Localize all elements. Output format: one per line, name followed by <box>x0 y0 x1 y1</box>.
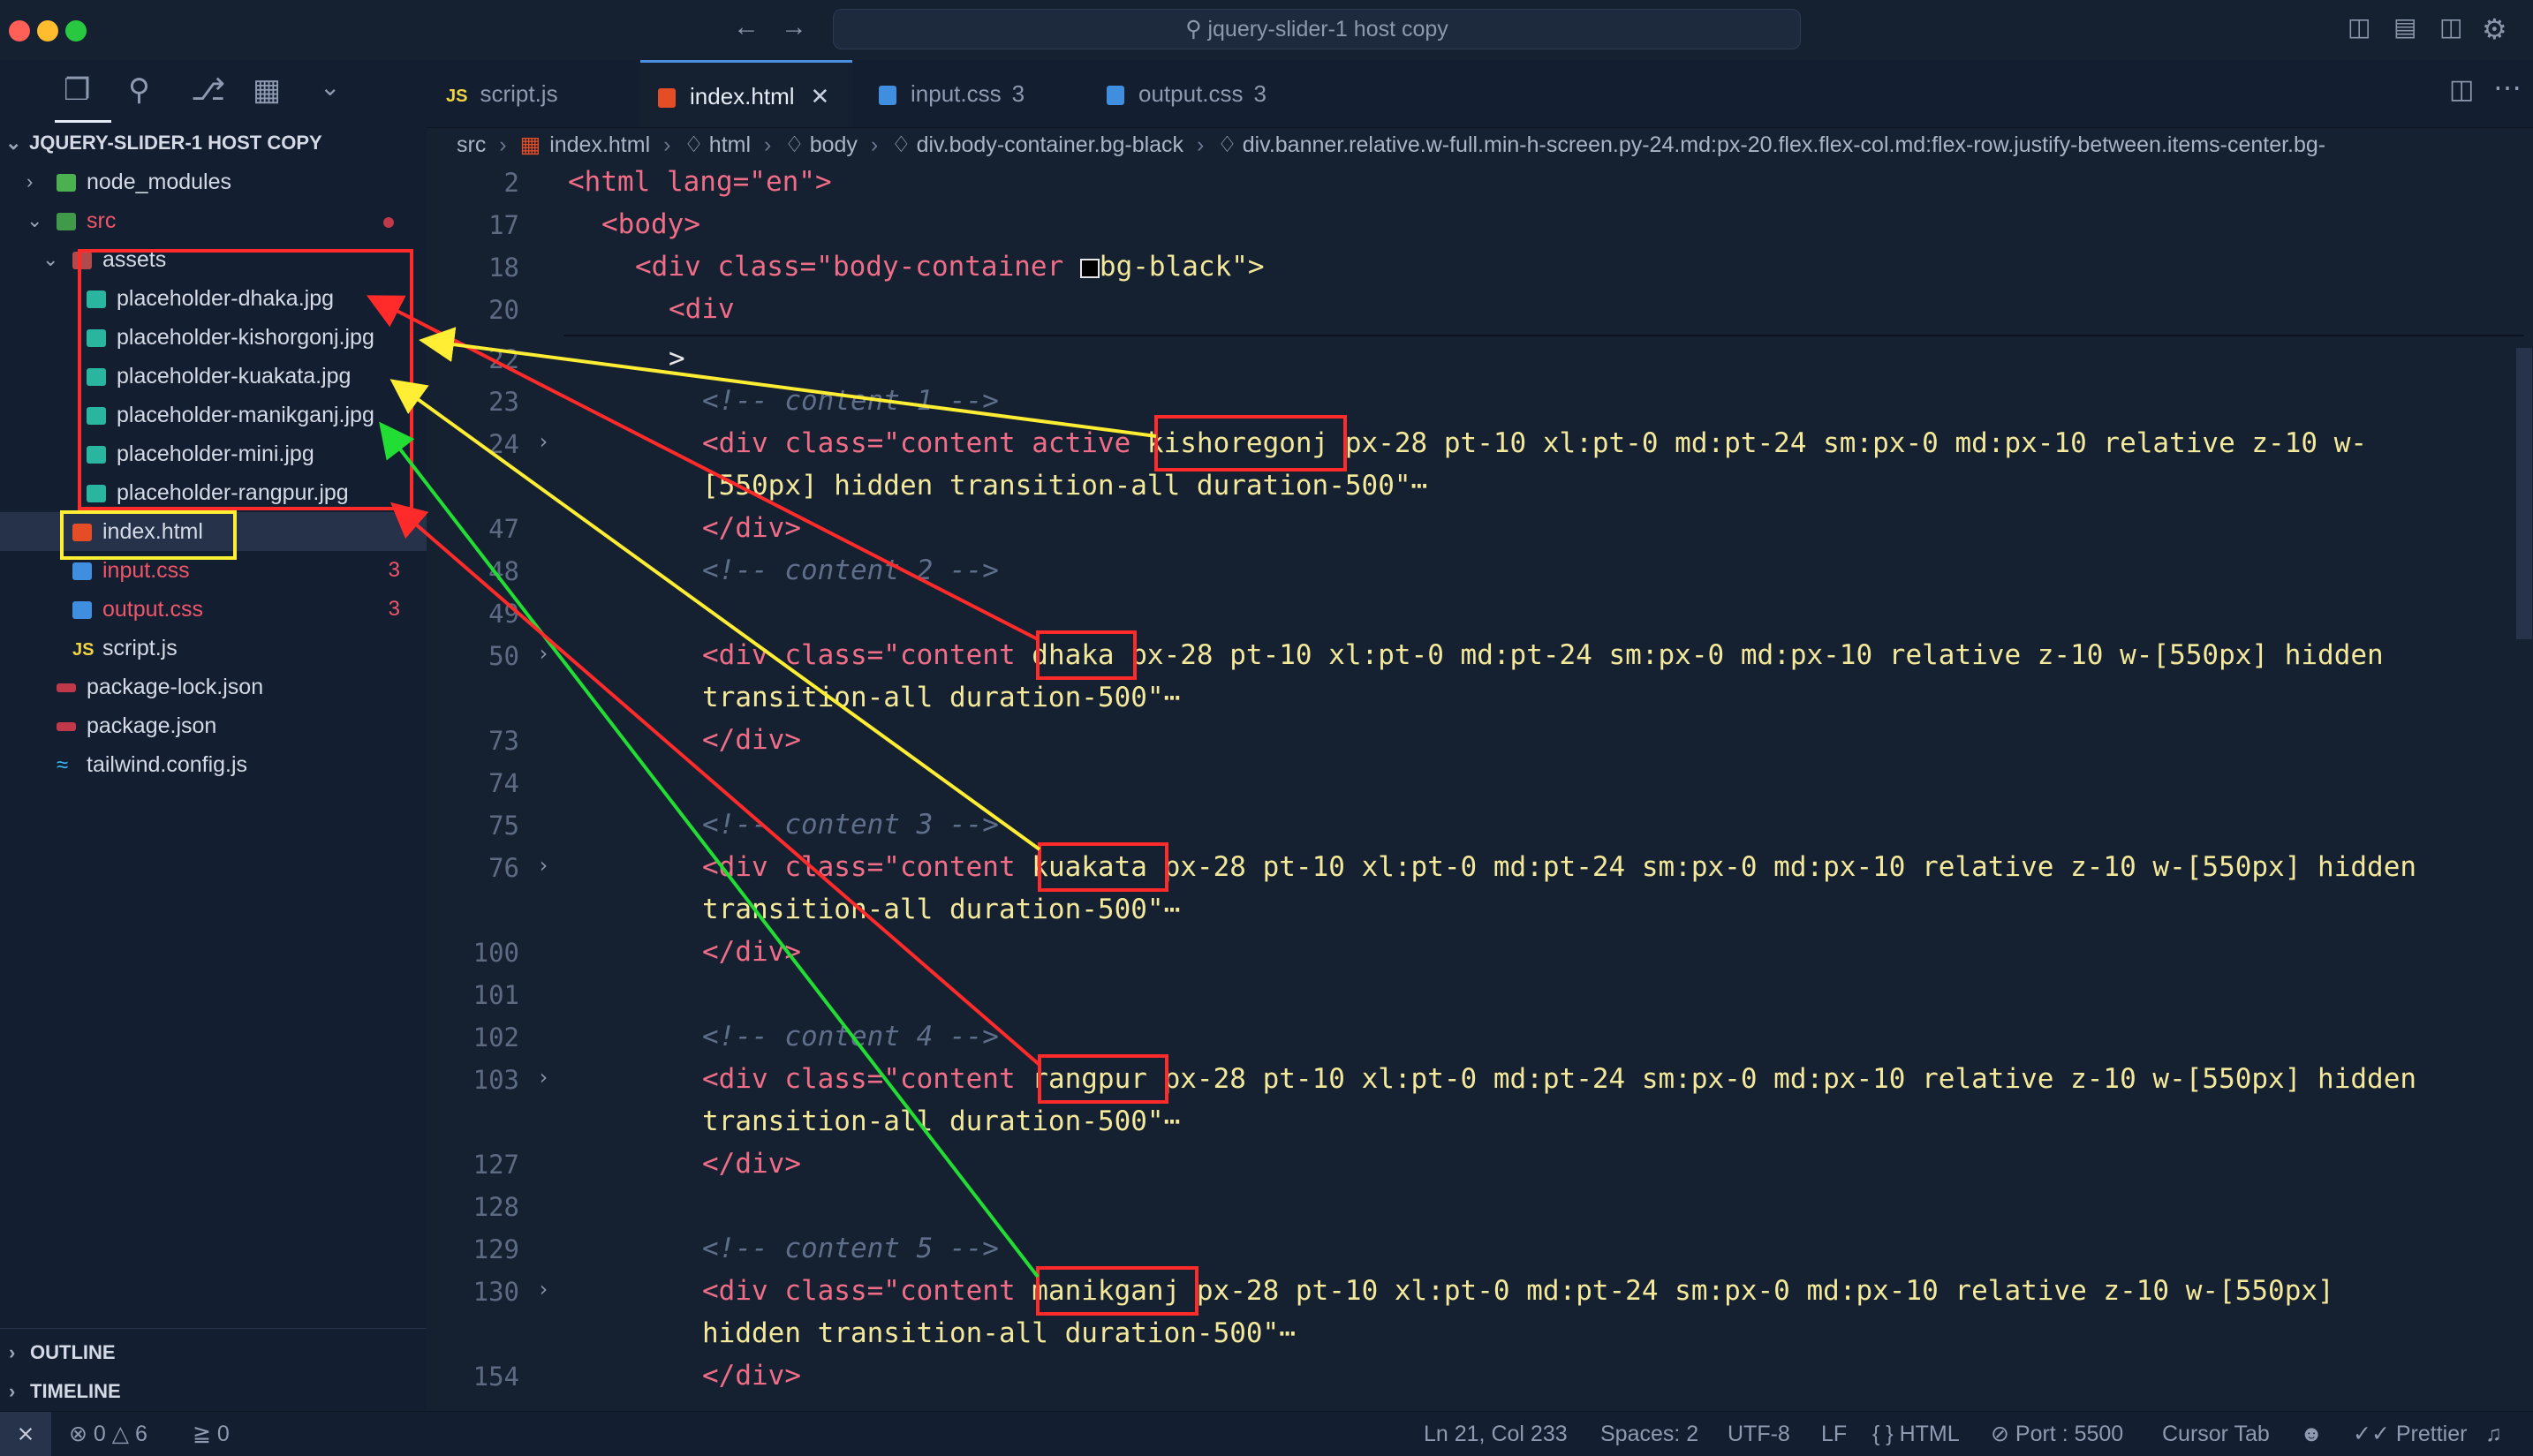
arrow-manikganj <box>379 421 1040 1279</box>
live-server-port[interactable]: ⊘ Port : 5500 <box>1991 1412 2123 1456</box>
indentation[interactable]: Spaces: 2 <box>1600 1412 1698 1456</box>
index-html-highlight-box <box>60 510 237 560</box>
ports-indicator[interactable]: ≧ 0 <box>193 1412 230 1456</box>
copilot-icon[interactable]: ☻ <box>2300 1412 2323 1456</box>
error-count: 0 <box>93 1422 106 1446</box>
arrow-kuakata <box>389 379 1041 851</box>
warning-icon: △ <box>111 1422 129 1446</box>
broadcast-icon: ≧ <box>193 1422 211 1446</box>
prettier-status[interactable]: ✓✓ Prettier <box>2353 1412 2467 1456</box>
port-label: Port : 5500 <box>2015 1422 2124 1446</box>
prettier-label: Prettier <box>2395 1422 2468 1446</box>
cursor-tab[interactable]: Cursor Tab <box>2162 1412 2270 1456</box>
kuakata-highlight-box <box>1038 842 1168 892</box>
arrow-dhaka <box>366 295 1039 641</box>
notifications-bell-icon[interactable]: ♫ <box>2485 1412 2502 1456</box>
rangpur-highlight-box <box>1038 1054 1168 1104</box>
dhaka-highlight-box <box>1036 630 1137 680</box>
encoding[interactable]: UTF-8 <box>1728 1412 1790 1456</box>
language-label: HTML <box>1899 1422 1960 1446</box>
error-icon: ⊗ <box>69 1422 87 1446</box>
ports-count: 0 <box>216 1422 230 1446</box>
cursor-position[interactable]: Ln 21, Col 233 <box>1424 1412 1568 1456</box>
language-mode[interactable]: { } HTML <box>1872 1412 1960 1456</box>
status-bar: ⨯ ⊗ 0 △ 6 ≧ 0 Ln 21, Col 233 Spaces: 2 U… <box>0 1411 2533 1456</box>
annotation-overlay <box>60 249 1347 1316</box>
remote-indicator-icon[interactable]: ⨯ <box>0 1412 51 1456</box>
manikganj-highlight-box <box>1036 1266 1198 1316</box>
arrow-kishoregonj <box>419 327 1157 438</box>
problems-indicator[interactable]: ⊗ 0 △ 6 <box>69 1412 147 1456</box>
end-of-line[interactable]: LF <box>1821 1412 1847 1456</box>
warning-count: 6 <box>134 1422 147 1446</box>
no-entry-icon: ⊘ <box>1991 1422 2009 1446</box>
double-check-icon: ✓✓ <box>2353 1422 2390 1446</box>
assets-highlight-box <box>78 249 413 510</box>
braces-icon: { } <box>1872 1422 1894 1446</box>
kishoregonj-highlight-box <box>1154 415 1347 472</box>
